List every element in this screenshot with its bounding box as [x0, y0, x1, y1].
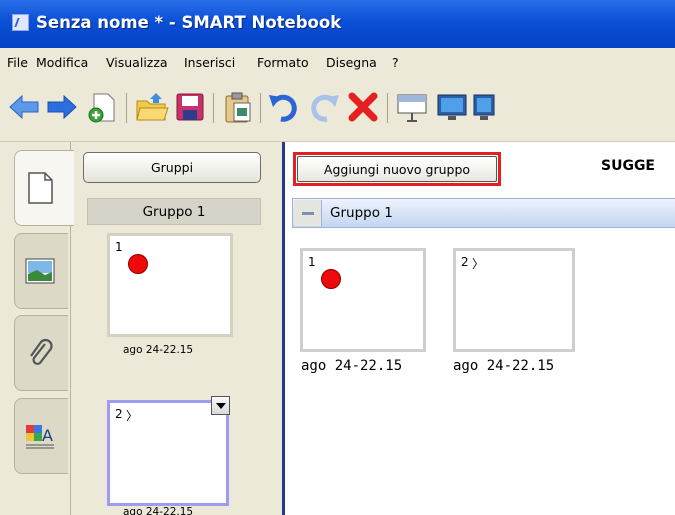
smart-notebook-window: Senza nome * - SMART Notebook File Modif… — [0, 0, 675, 515]
menu-visualizza[interactable]: Visualizza — [106, 55, 168, 70]
attachments-icon — [27, 338, 53, 372]
save-icon[interactable] — [172, 89, 208, 125]
paste-icon[interactable] — [220, 89, 256, 125]
redo-icon[interactable] — [305, 89, 341, 125]
red-dot — [128, 254, 148, 274]
menu-modifica[interactable]: Modifica — [36, 55, 88, 70]
properties-icon: A — [25, 421, 55, 455]
chevron-right-icon: 〉 — [472, 257, 485, 271]
groups-button[interactable]: Gruppi — [83, 152, 261, 183]
page-sorter-icon — [25, 171, 55, 209]
app-icon[interactable] — [12, 14, 29, 31]
page-number: 2 — [461, 255, 469, 269]
open-folder-icon[interactable] — [134, 89, 170, 125]
title-bar: Senza nome * - SMART Notebook — [0, 0, 675, 48]
screen-shade-icon[interactable] — [394, 89, 430, 125]
main-canvas: Aggiungi nuovo gruppo SUGGE Gruppo 1 1 a… — [282, 142, 675, 515]
chevron-right-icon: 〉 — [126, 409, 139, 423]
page-number: 2 — [115, 407, 123, 421]
thumbnail-caption: ago 24-22.15 — [123, 344, 194, 356]
svg-text:A: A — [42, 426, 53, 445]
sorter-group-label[interactable]: Gruppo 1 — [87, 198, 261, 225]
side-tab-bar: A — [0, 142, 78, 515]
thumbnail-menu-arrow[interactable] — [211, 396, 230, 415]
toolbar — [0, 75, 675, 142]
menu-bar: File Modifica Visualizza Inserisci Forma… — [0, 48, 675, 75]
page-sorter-panel: Gruppi Gruppo 1 1 ago 24-22.15 2 〉 ago 2… — [70, 142, 282, 515]
sorter-thumbnail-selected[interactable]: 2 〉 — [107, 400, 229, 506]
full-screen-icon[interactable] — [434, 89, 470, 125]
toolbar-separator — [387, 93, 388, 123]
window-title: Senza nome * - SMART Notebook — [36, 13, 342, 32]
undo-icon[interactable] — [267, 89, 303, 125]
delete-icon[interactable] — [345, 89, 381, 125]
toolbar-separator — [260, 93, 261, 123]
page-caption: ago 24-22.15 — [453, 358, 555, 374]
menu-formato[interactable]: Formato — [257, 55, 309, 70]
toolbar-separator — [213, 93, 214, 123]
tab-attachments[interactable] — [14, 315, 68, 391]
thumbnail-caption: ago 24-22.15 — [123, 506, 194, 515]
add-group-highlight: Aggiungi nuovo gruppo — [293, 152, 501, 186]
menu-disegna[interactable]: Disegna — [326, 55, 377, 70]
group-name: Gruppo 1 — [330, 205, 393, 221]
hint-text: SUGGE — [601, 158, 655, 174]
group-header[interactable]: Gruppo 1 — [292, 198, 675, 228]
dual-page-icon[interactable] — [470, 89, 506, 125]
add-group-button[interactable]: Aggiungi nuovo gruppo — [297, 156, 497, 182]
forward-arrow-icon[interactable] — [44, 89, 80, 125]
page-number: 1 — [308, 255, 316, 269]
menu-file[interactable]: File — [7, 55, 28, 70]
back-arrow-icon[interactable] — [6, 89, 42, 125]
tab-gallery[interactable] — [14, 233, 68, 309]
collapse-button[interactable] — [294, 200, 322, 226]
page-thumbnail[interactable]: 2 〉 — [453, 248, 575, 352]
tab-page-sorter[interactable] — [14, 150, 74, 226]
page-thumbnail[interactable]: 1 — [300, 248, 426, 352]
toolbar-separator — [126, 93, 127, 123]
sorter-thumbnail[interactable]: 1 — [107, 233, 233, 337]
page-caption: ago 24-22.15 — [301, 358, 403, 374]
gallery-icon — [25, 258, 55, 288]
menu-inserisci[interactable]: Inserisci — [184, 55, 235, 70]
new-page-icon[interactable] — [84, 89, 120, 125]
page-number: 1 — [115, 240, 123, 254]
menu-help[interactable]: ? — [392, 55, 399, 70]
tab-properties[interactable]: A — [14, 398, 68, 474]
red-dot — [321, 269, 341, 289]
